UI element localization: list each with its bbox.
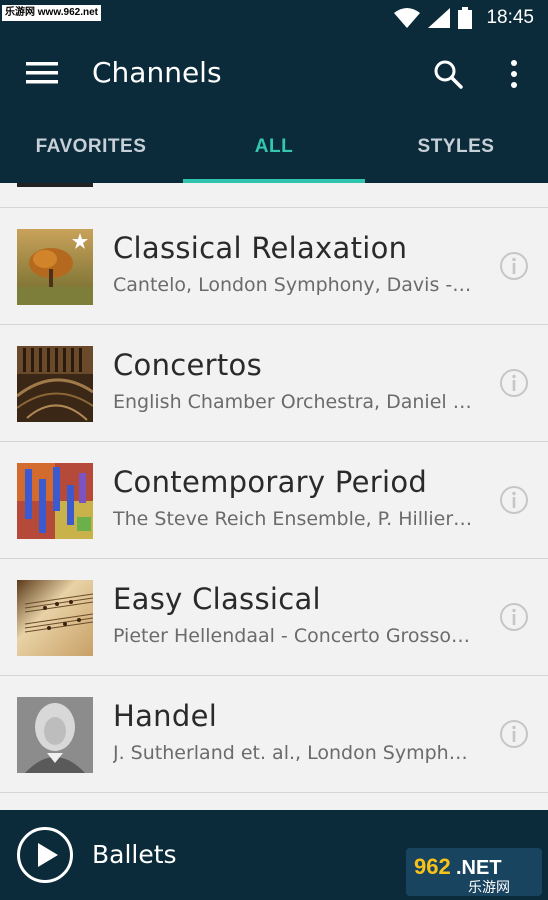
list-item[interactable]: Concertos English Chamber Orchestra, Dan… bbox=[0, 325, 548, 442]
status-clock: 18:45 bbox=[486, 7, 534, 28]
tab-bar: FAVORITES ALL STYLES bbox=[0, 110, 548, 183]
tab-favorites[interactable]: FAVORITES bbox=[0, 110, 182, 183]
info-icon[interactable] bbox=[499, 602, 529, 632]
channel-subtitle: J. Sutherland et. al., London Symphony O… bbox=[113, 742, 473, 764]
now-playing-title: Ballets bbox=[92, 840, 177, 869]
info-icon[interactable] bbox=[499, 485, 529, 515]
mini-player: Ballets 962 .NET 乐游网 bbox=[0, 810, 548, 900]
channel-title: Contemporary Period bbox=[113, 465, 428, 499]
tab-styles[interactable]: STYLES bbox=[365, 110, 547, 183]
list-item[interactable]: Handel J. Sutherland et. al., London Sym… bbox=[0, 676, 548, 793]
channel-thumbnail bbox=[17, 183, 93, 187]
info-icon[interactable] bbox=[499, 251, 529, 281]
channel-title: Classical Relaxation bbox=[113, 231, 408, 265]
channel-subtitle: Pieter Hellendaal - Concerto Grosso in G bbox=[113, 625, 473, 647]
list-item[interactable]: Contemporary Period The Steve Reich Ense… bbox=[0, 442, 548, 559]
watermark-logo: 962 .NET 乐游网 bbox=[406, 848, 542, 896]
list-item-partial[interactable] bbox=[0, 183, 548, 208]
signal-icon bbox=[428, 8, 451, 28]
list-item[interactable]: Easy Classical Pieter Hellendaal - Conce… bbox=[0, 559, 548, 676]
channel-title: Concertos bbox=[113, 348, 263, 382]
tab-all[interactable]: ALL bbox=[183, 110, 365, 183]
page-title: Channels bbox=[92, 56, 222, 89]
battery-icon bbox=[458, 7, 473, 29]
play-icon bbox=[38, 843, 58, 867]
status-bar: 乐游网 www.962.net 18:45 bbox=[0, 0, 548, 36]
more-vert-icon[interactable] bbox=[498, 58, 530, 90]
channel-thumbnail bbox=[17, 346, 93, 422]
channel-subtitle: Cantelo, London Symphony, Davis - Mozart… bbox=[113, 274, 473, 296]
watermark-label: 乐游网 www.962.net bbox=[2, 5, 101, 21]
menu-icon[interactable] bbox=[26, 60, 58, 86]
list-item[interactable]: Classical Relaxation Cantelo, London Sym… bbox=[0, 208, 548, 325]
channel-list[interactable]: Classical Relaxation Cantelo, London Sym… bbox=[0, 183, 548, 810]
info-icon[interactable] bbox=[499, 719, 529, 749]
channel-title: Easy Classical bbox=[113, 582, 321, 616]
channel-subtitle: The Steve Reich Ensemble, P. Hillier, Re… bbox=[113, 508, 473, 530]
play-button[interactable] bbox=[16, 826, 74, 884]
wifi-icon bbox=[394, 8, 421, 28]
app-bar: Channels bbox=[0, 36, 548, 110]
channel-subtitle: English Chamber Orchestra, Daniel Barenb… bbox=[113, 391, 473, 413]
search-icon[interactable] bbox=[432, 58, 464, 90]
svg-text:962: 962 bbox=[414, 854, 451, 879]
channel-thumbnail bbox=[17, 229, 93, 305]
info-icon[interactable] bbox=[499, 368, 529, 398]
svg-text:乐游网: 乐游网 bbox=[468, 880, 510, 896]
channel-thumbnail bbox=[17, 463, 93, 539]
status-icons: 18:45 bbox=[394, 7, 534, 29]
channel-thumbnail bbox=[17, 697, 93, 773]
channel-title: Handel bbox=[113, 699, 218, 733]
svg-text:.NET: .NET bbox=[456, 857, 502, 879]
channel-thumbnail bbox=[17, 580, 93, 656]
